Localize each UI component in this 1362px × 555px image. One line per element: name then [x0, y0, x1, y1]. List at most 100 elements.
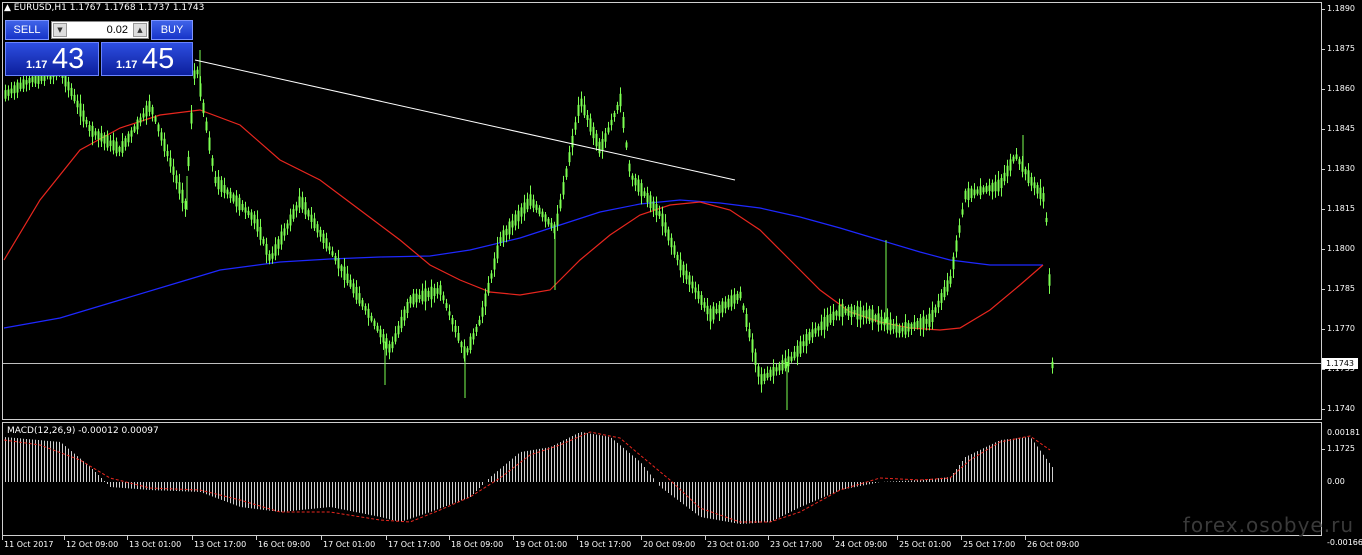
price-candle — [280, 231, 283, 245]
price-candle — [973, 189, 976, 196]
price-candle — [70, 87, 73, 97]
price-candle — [181, 189, 184, 204]
price-candle — [196, 69, 199, 75]
lot-size-input[interactable] — [70, 22, 130, 38]
price-candle — [571, 135, 574, 148]
price-candle — [220, 180, 223, 192]
price-candle — [133, 126, 136, 132]
price-candle — [844, 308, 847, 314]
price-axis-label: 1.1845 — [1327, 124, 1355, 133]
price-candle — [895, 323, 898, 333]
chart-canvas[interactable] — [0, 0, 1362, 555]
macd-histogram — [5, 432, 1053, 524]
price-candle — [694, 287, 697, 293]
symbol-title: ▲ EURUSD,H1 1.1767 1.1768 1.1737 1.1743 — [4, 3, 204, 13]
price-candle — [1030, 177, 1033, 186]
time-axis-label: 17 Oct 17:00 — [388, 540, 441, 549]
price-candle — [232, 194, 235, 202]
price-candle — [400, 316, 403, 329]
price-candle — [481, 307, 484, 317]
price-candle — [517, 210, 520, 222]
trendline[interactable] — [194, 59, 736, 181]
price-candle — [868, 308, 871, 321]
price-candle — [475, 326, 478, 332]
price-candle — [1000, 177, 1003, 189]
price-candle — [1051, 361, 1054, 369]
price-candle — [760, 374, 763, 385]
price-candle — [493, 258, 496, 270]
price-candle — [547, 218, 550, 225]
price-candle — [640, 183, 643, 197]
price-candle — [712, 306, 715, 320]
price-candle — [142, 113, 145, 118]
price-candle — [598, 141, 601, 154]
price-candle — [238, 197, 241, 211]
price-candle — [67, 81, 70, 91]
price-candle — [319, 229, 322, 237]
one-click-trade-panel: SELL ▼ ▲ BUY 1.17 43 1.17 45 — [5, 20, 193, 76]
price-candle — [256, 219, 259, 232]
time-axis-label: 24 Oct 09:00 — [835, 540, 888, 549]
price-candle — [889, 319, 892, 331]
chart-menu-icon[interactable]: ▲ — [4, 3, 11, 13]
price-candle — [850, 306, 853, 318]
price-candle — [298, 196, 301, 208]
price-candle — [916, 320, 919, 328]
price-axis-label: 1.1860 — [1327, 84, 1355, 93]
price-candle — [613, 112, 616, 118]
price-candle — [529, 194, 532, 206]
price-candle — [727, 298, 730, 308]
price-candle — [403, 309, 406, 321]
price-candle — [904, 322, 907, 335]
price-candle — [769, 369, 772, 377]
price-candle — [988, 185, 991, 192]
price-candle — [106, 135, 109, 148]
triangle-up-icon[interactable]: ▲ — [133, 23, 147, 37]
time-axis-label: 23 Oct 17:00 — [770, 540, 823, 549]
price-candle — [235, 195, 238, 207]
price-candle — [244, 207, 247, 213]
price-candle — [397, 325, 400, 335]
price-candle — [160, 132, 163, 141]
price-candle — [937, 300, 940, 308]
price-candle — [826, 315, 829, 327]
price-candle — [469, 336, 472, 350]
bid-price-button[interactable]: 1.17 43 — [5, 42, 99, 76]
price-candle — [898, 325, 901, 334]
price-candle — [202, 102, 205, 114]
price-candle — [601, 139, 604, 151]
price-candle — [574, 122, 577, 130]
price-candle — [271, 253, 274, 259]
price-candle — [127, 133, 130, 143]
price-candle — [334, 255, 337, 261]
time-axis-label: 25 Oct 17:00 — [963, 540, 1016, 549]
price-candle — [658, 211, 661, 217]
price-candle — [496, 245, 499, 259]
price-candle — [949, 276, 952, 284]
price-candle — [835, 310, 838, 316]
price-candle — [154, 116, 157, 122]
sell-button[interactable]: SELL — [5, 20, 49, 40]
price-candle — [802, 341, 805, 347]
price-candle — [817, 326, 820, 331]
price-candle — [112, 140, 115, 151]
price-candle — [421, 290, 424, 302]
price-candle — [229, 191, 232, 199]
trendline-line[interactable] — [194, 59, 736, 181]
price-candle — [22, 79, 25, 89]
price-candle — [757, 366, 760, 377]
price-candle — [406, 301, 409, 314]
price-candle — [550, 222, 553, 228]
time-axis-label: 19 Oct 01:00 — [515, 540, 568, 549]
price-candle — [16, 82, 19, 93]
price-candle — [379, 329, 382, 338]
price-candle — [616, 104, 619, 111]
price-candle — [742, 305, 745, 310]
price-candle — [289, 214, 292, 226]
triangle-down-icon[interactable]: ▼ — [53, 23, 67, 37]
price-candle — [718, 304, 721, 314]
buy-button[interactable]: BUY — [151, 20, 193, 40]
price-candle — [676, 254, 679, 261]
ask-price-button[interactable]: 1.17 45 — [101, 42, 193, 76]
price-candle — [520, 207, 523, 217]
